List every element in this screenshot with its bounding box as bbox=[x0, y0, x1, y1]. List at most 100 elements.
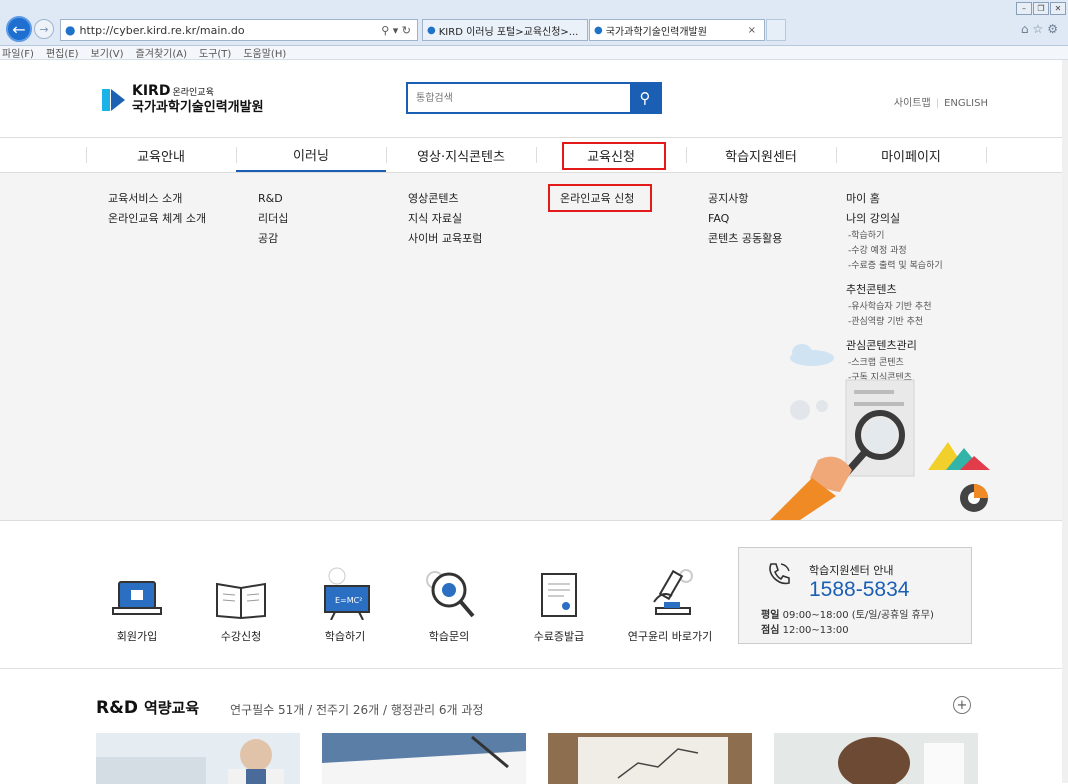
logo-brand: KIRD bbox=[132, 83, 171, 99]
menu-edit[interactable]: 편집(E) bbox=[46, 45, 79, 60]
quick-inquiry[interactable]: 학습문의 bbox=[404, 566, 494, 644]
quick-label: 수료증발급 bbox=[533, 630, 585, 643]
search-refresh-icons[interactable]: ⚲ ▾ ↻ bbox=[381, 24, 417, 37]
kird-logo-icon bbox=[102, 87, 128, 113]
new-tab-button[interactable] bbox=[766, 19, 786, 41]
english-link[interactable]: ENGLISH bbox=[944, 98, 988, 109]
utility-links: 사이트맵 | ENGLISH bbox=[893, 98, 988, 109]
quick-research-ethics[interactable]: 연구윤리 바로가기 bbox=[620, 566, 720, 644]
phone-icon bbox=[769, 563, 790, 585]
lunch-hours: 12:00~13:00 bbox=[782, 625, 849, 636]
logo-org: 국가과학기술인력개발원 bbox=[132, 100, 264, 115]
weekday-hours: 09:00~18:00 (토/일/공휴일 휴무) bbox=[782, 610, 934, 621]
ie-icon: ● bbox=[427, 24, 436, 36]
menu-favorites[interactable]: 즐겨찾기(A) bbox=[136, 45, 187, 60]
search-box: ⚲ bbox=[406, 82, 662, 114]
forward-arrow-icon[interactable]: → bbox=[34, 19, 54, 39]
browser-menubar: 파일(F) 편집(E) 보기(V) 즐겨찾기(A) 도구(T) 도움말(H) bbox=[0, 46, 1068, 60]
restore-icon[interactable]: ❐ bbox=[1033, 2, 1049, 15]
menu-item[interactable]: 리더십 bbox=[258, 209, 288, 229]
menu-item[interactable]: 지식 자료실 bbox=[408, 209, 482, 229]
quick-label: 회원가입 bbox=[116, 630, 158, 643]
quick-label: 연구윤리 바로가기 bbox=[627, 630, 713, 643]
menu-item[interactable]: R&D bbox=[258, 189, 288, 209]
course-thumbnail-4[interactable] bbox=[774, 733, 978, 784]
menu-col-guide: 교육서비스 소개 온라인교육 체계 소개 bbox=[108, 189, 206, 229]
menu-item[interactable]: 콘텐츠 공동활용 bbox=[708, 229, 782, 249]
highlight-box-nav-apply bbox=[562, 142, 666, 170]
browser-tab-1[interactable]: ● KIRD 이러닝 포털>교육신청>... bbox=[422, 19, 588, 41]
laptop-lock-icon bbox=[112, 581, 162, 615]
rd-section: R&D 역량교육 연구필수 51개 / 전주기 26개 / 행정관리 6개 과정… bbox=[0, 668, 1068, 784]
nav-elearning[interactable]: 이러닝 bbox=[236, 138, 386, 172]
quick-apply[interactable]: 수강신청 bbox=[196, 566, 286, 644]
rd-title: R&D 역량교육 bbox=[96, 698, 200, 718]
microscope-icon bbox=[653, 569, 693, 615]
sitemap-link[interactable]: 사이트맵 bbox=[894, 98, 931, 109]
menu-tools[interactable]: 도구(T) bbox=[199, 45, 231, 60]
weekday-label: 평일 bbox=[761, 610, 780, 621]
site-logo[interactable]: KIRD 온라인교육 국가과학기술인력개발원 bbox=[102, 84, 264, 115]
close-window-icon[interactable]: ✕ bbox=[1050, 2, 1066, 15]
menu-item[interactable]: 마이 홈 bbox=[846, 189, 943, 209]
menu-item[interactable]: 공지사항 bbox=[708, 189, 782, 209]
page-scrollbar[interactable] bbox=[1062, 60, 1068, 783]
quick-label: 수강신청 bbox=[220, 630, 262, 643]
tab-label: 국가과학기술인력개발원 bbox=[605, 26, 707, 38]
menu-subitem[interactable]: -유사학습자 기반 추천 bbox=[846, 300, 943, 315]
menu-item[interactable]: FAQ bbox=[708, 209, 782, 229]
search-icon[interactable]: ⚲ bbox=[630, 84, 660, 112]
course-thumbnail-3[interactable] bbox=[548, 733, 752, 784]
menu-col-contents: 영상콘텐츠 지식 자료실 사이버 교육포럼 bbox=[408, 189, 482, 249]
support-center-box: 학습지원센터 안내 1588-5834 평일 09:00~18:00 (토/일/… bbox=[738, 547, 972, 644]
course-thumbnail-1[interactable] bbox=[96, 733, 300, 784]
menu-subitem[interactable]: -학습하기 bbox=[846, 229, 943, 244]
quick-join[interactable]: 회원가입 bbox=[92, 566, 182, 644]
more-plus-icon[interactable]: + bbox=[953, 696, 971, 714]
search-input[interactable] bbox=[408, 84, 630, 112]
nav-guide[interactable]: 교육안내 bbox=[86, 138, 236, 172]
address-bar[interactable]: ● http://cyber.kird.re.kr/main.do ⚲ ▾ ↻ bbox=[60, 19, 418, 41]
tab-label: KIRD 이러닝 포털>교육신청>... bbox=[438, 26, 579, 38]
menu-item[interactable]: 온라인교육 체계 소개 bbox=[108, 209, 206, 229]
support-phone[interactable]: 1588-5834 bbox=[809, 578, 909, 602]
lunch-label: 점심 bbox=[761, 625, 780, 636]
nav-mypage[interactable]: 마이페이지 bbox=[836, 138, 986, 172]
menu-col-elearning: R&D 리더십 공감 bbox=[258, 189, 288, 249]
menu-help[interactable]: 도움말(H) bbox=[243, 45, 286, 60]
menu-item[interactable]: 나의 강의실 bbox=[846, 209, 943, 229]
menu-subitem[interactable]: -관심역량 기반 추천 bbox=[846, 315, 943, 330]
certificate-icon bbox=[541, 573, 577, 617]
menu-col-support: 공지사항 FAQ 콘텐츠 공동활용 bbox=[708, 189, 782, 249]
nav-contents[interactable]: 영상·지식콘텐츠 bbox=[386, 138, 536, 172]
close-tab-icon[interactable]: × bbox=[748, 25, 764, 36]
menu-item[interactable]: 사이버 교육포럼 bbox=[408, 229, 482, 249]
course-thumbnail-2[interactable] bbox=[322, 733, 526, 784]
browser-tab-2[interactable]: ● 국가과학기술인력개발원 × bbox=[589, 19, 765, 41]
quick-label: 학습문의 bbox=[428, 630, 470, 643]
menu-subitem[interactable]: -수료증 출력 및 복습하기 bbox=[846, 259, 943, 274]
quick-label: 학습하기 bbox=[324, 630, 366, 643]
menu-subitem[interactable]: -수강 예정 과정 bbox=[846, 244, 943, 259]
menu-file[interactable]: 파일(F) bbox=[2, 45, 34, 60]
menu-item[interactable]: 영상콘텐츠 bbox=[408, 189, 482, 209]
highlight-box-online-apply bbox=[548, 184, 652, 212]
quick-certificate[interactable]: 수료증발급 bbox=[514, 566, 604, 644]
menu-item[interactable]: 공감 bbox=[258, 229, 288, 249]
menu-item[interactable]: 교육서비스 소개 bbox=[108, 189, 206, 209]
nav-support[interactable]: 학습지원센터 bbox=[686, 138, 836, 172]
formula-board-icon: E=MC² bbox=[324, 567, 370, 620]
illustration-magnifier bbox=[770, 344, 990, 520]
address-url: http://cyber.kird.re.kr/main.do bbox=[79, 23, 245, 37]
ie-icon: ● bbox=[594, 24, 603, 36]
svg-text:E=MC²: E=MC² bbox=[335, 596, 362, 605]
menu-view[interactable]: 보기(V) bbox=[91, 45, 124, 60]
main-navigation: 교육안내 이러닝 영상·지식콘텐츠 교육신청 학습지원센터 마이페이지 bbox=[0, 137, 1068, 173]
search-gear-icon bbox=[426, 571, 475, 618]
menu-item[interactable]: 추천콘텐츠 bbox=[846, 280, 943, 300]
quick-study[interactable]: E=MC² 학습하기 bbox=[300, 566, 390, 644]
minimize-icon[interactable]: – bbox=[1016, 2, 1032, 15]
home-star-gear-icons[interactable]: ⌂☆⚙ bbox=[1021, 22, 1062, 36]
rd-description: 연구필수 51개 / 전주기 26개 / 행정관리 6개 과정 bbox=[230, 703, 484, 717]
back-arrow-icon[interactable]: ← bbox=[6, 16, 32, 42]
